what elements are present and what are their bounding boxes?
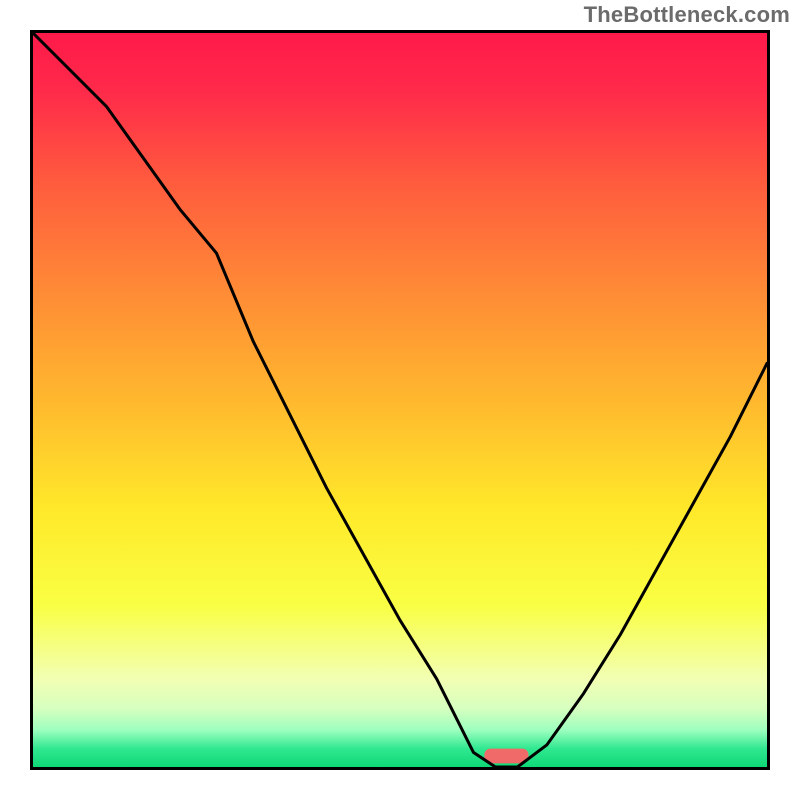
watermark-text: TheBottleneck.com <box>584 2 790 28</box>
chart-container: TheBottleneck.com <box>0 0 800 800</box>
optimal-marker-pill <box>484 749 528 764</box>
plot-frame <box>30 30 770 770</box>
plot-background <box>33 33 767 767</box>
plot-svg <box>33 33 767 767</box>
